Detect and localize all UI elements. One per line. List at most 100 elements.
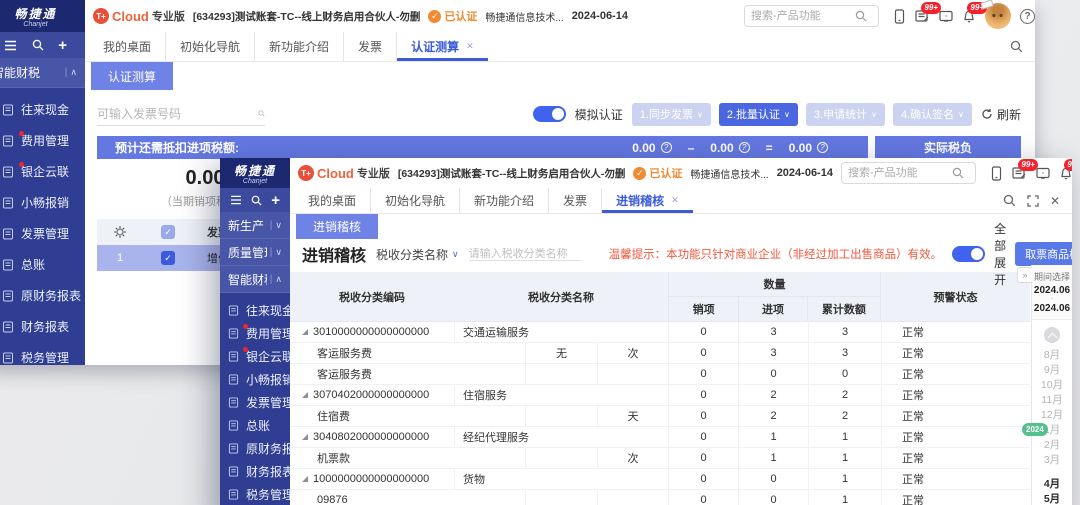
filter-field-select[interactable]: 税收分类名称 ∨ bbox=[376, 246, 459, 263]
sidebar-item[interactable]: 财务报表 bbox=[0, 311, 85, 342]
table-row[interactable]: 3070402000000000000 住宿服务 0 2 2 正常 bbox=[290, 385, 1030, 406]
help-tooltip-icon[interactable]: ? bbox=[738, 142, 750, 153]
search-icon[interactable] bbox=[1010, 40, 1023, 53]
tab[interactable]: 进销稽核 ✕ bbox=[601, 188, 693, 213]
help-icon[interactable]: ? bbox=[1020, 8, 1035, 24]
fullscreen-icon[interactable] bbox=[1027, 194, 1039, 207]
sidebar-item[interactable]: 原财务报表 bbox=[0, 280, 85, 311]
step-button[interactable]: 1.同步发票 ∨ bbox=[631, 102, 711, 126]
month-item[interactable]: 2024 5月 bbox=[1032, 492, 1072, 505]
tab[interactable]: 认证测算 ✕ bbox=[396, 32, 488, 61]
refresh-button[interactable]: 刷新 bbox=[981, 106, 1021, 123]
table-row[interactable]: 3040802000000000000 经纪代理服务 0 1 1 正常 bbox=[290, 427, 1030, 448]
close-tab-icon[interactable]: ✕ bbox=[466, 41, 474, 52]
sidebar-group-smart-finance[interactable]: 智能财税 | ∧ bbox=[0, 58, 85, 88]
step-button[interactable]: 4.确认签名 ∨ bbox=[892, 102, 972, 126]
row-checkbox[interactable]: ✓ bbox=[161, 251, 175, 265]
sidebar-item[interactable]: 总账 bbox=[220, 414, 290, 437]
invoice-number-search[interactable] bbox=[97, 102, 265, 126]
month-item[interactable]: 2024 3月 bbox=[1032, 453, 1072, 467]
close-tab-icon[interactable]: ✕ bbox=[671, 195, 679, 206]
table-row[interactable]: 住宿费 天 0 2 2 正常 bbox=[290, 406, 1030, 427]
fetch-goods-archive-button[interactable]: 取票商品档案 bbox=[1015, 242, 1072, 266]
month-item[interactable]: 2024 11月 bbox=[1032, 393, 1072, 407]
invoice-number-input[interactable] bbox=[97, 106, 252, 121]
search-icon[interactable] bbox=[251, 195, 262, 206]
sidebar-item[interactable]: 税务管理 bbox=[0, 342, 85, 365]
month-item[interactable]: 2024 1月 bbox=[1022, 423, 1072, 437]
search-icon[interactable] bbox=[32, 39, 44, 51]
sidebar-group[interactable]: 智能财税 | ∧ bbox=[220, 266, 290, 293]
filter-input[interactable] bbox=[468, 247, 581, 261]
sidebar-item[interactable]: 小畅报销 bbox=[0, 187, 85, 218]
sidebar-item[interactable]: 往来现金 bbox=[0, 94, 85, 125]
select-all-checkbox[interactable]: ✓ bbox=[161, 225, 175, 239]
collapse-menu-icon[interactable] bbox=[4, 40, 17, 51]
subtab-chip[interactable]: 进销稽核 bbox=[296, 214, 379, 239]
sidebar-item[interactable]: 总账 bbox=[0, 249, 85, 280]
bell-icon[interactable]: 99+ bbox=[1059, 159, 1072, 180]
actual-tax-button[interactable]: 实际税负 bbox=[875, 136, 1021, 159]
collapse-menu-icon[interactable] bbox=[230, 195, 242, 205]
step-button[interactable]: 3.申请统计 ∨ bbox=[805, 102, 885, 126]
table-row[interactable]: 机票款 次 0 1 1 正常 bbox=[290, 448, 1030, 469]
message-icon[interactable] bbox=[1036, 167, 1050, 180]
table-row[interactable]: 客运服务费 无 次 0 3 3 正常 bbox=[290, 343, 1030, 364]
add-icon[interactable]: + bbox=[58, 38, 67, 53]
step-button[interactable]: 2.批量认证 ∨ bbox=[718, 102, 798, 126]
device-icon[interactable] bbox=[893, 8, 906, 24]
tab[interactable]: 我的桌面 ✕ bbox=[294, 188, 370, 213]
sidebar-item[interactable]: 税务管理 bbox=[220, 483, 290, 505]
sidebar-item[interactable]: 往来现金 bbox=[220, 299, 290, 322]
month-item[interactable]: 2024 2月 bbox=[1032, 438, 1072, 452]
add-icon[interactable]: + bbox=[271, 193, 280, 208]
sidebar-item[interactable]: 银企云联 bbox=[0, 156, 85, 187]
sidebar-item[interactable]: 小畅报销 bbox=[220, 368, 290, 391]
period-to[interactable]: 2024.06 bbox=[1032, 303, 1072, 314]
product-search[interactable] bbox=[840, 162, 976, 184]
sidebar-group[interactable]: 质量管理 | ∨ bbox=[220, 239, 290, 266]
simulate-cert-toggle[interactable] bbox=[532, 106, 566, 122]
product-search-input[interactable] bbox=[751, 10, 851, 22]
bell-icon[interactable]: 99+ bbox=[962, 2, 987, 23]
expand-all-toggle[interactable] bbox=[952, 246, 986, 262]
sidebar-group[interactable]: 新生产 | ∨ bbox=[220, 212, 290, 239]
panel-expand-icon[interactable]: » bbox=[1017, 267, 1032, 283]
user-avatar[interactable] bbox=[980, 0, 1011, 29]
tab[interactable]: 初始化导航 ✕ bbox=[165, 32, 254, 61]
month-item[interactable]: 2024 4月 bbox=[1032, 477, 1072, 491]
month-item[interactable]: 2024 12月 bbox=[1032, 408, 1072, 422]
settings-gear-icon[interactable] bbox=[113, 225, 127, 239]
expand-triangle-icon[interactable] bbox=[302, 434, 308, 440]
message-icon[interactable] bbox=[939, 10, 953, 23]
sidebar-item[interactable]: 费用管理 bbox=[0, 125, 85, 156]
table-row[interactable]: 3010000000000000000 交通运输服务 0 3 3 正常 bbox=[290, 322, 1030, 343]
tab[interactable]: 初始化导航 ✕ bbox=[370, 188, 459, 213]
month-item[interactable]: 2024 9月 bbox=[1032, 363, 1072, 377]
tab[interactable]: 我的桌面 ✕ bbox=[89, 32, 165, 61]
report-icon[interactable]: 99+ bbox=[1012, 159, 1038, 180]
sidebar-item[interactable]: 发票管理 bbox=[220, 391, 290, 414]
sidebar-item[interactable]: 原财务报表 bbox=[220, 437, 290, 460]
search-icon[interactable] bbox=[1003, 194, 1016, 207]
help-tooltip-icon[interactable]: ? bbox=[817, 142, 828, 153]
month-item[interactable]: 2024 8月 bbox=[1032, 348, 1072, 362]
tab[interactable]: 新功能介绍 ✕ bbox=[254, 32, 343, 61]
month-item[interactable]: 2024 10月 bbox=[1032, 378, 1072, 392]
tab[interactable]: 发票 ✕ bbox=[548, 188, 601, 213]
scroll-up-icon[interactable] bbox=[1044, 327, 1060, 343]
product-search-input[interactable] bbox=[847, 167, 948, 179]
table-row[interactable]: 09876 0 0 1 正常 bbox=[290, 490, 1030, 505]
help-tooltip-icon[interactable]: ? bbox=[660, 142, 672, 153]
table-row[interactable]: 1000000000000000000 货物 0 0 1 正常 bbox=[290, 469, 1030, 490]
subtab-chip[interactable]: 认证测算 bbox=[91, 62, 174, 90]
sidebar-item[interactable]: 发票管理 bbox=[0, 218, 85, 249]
tab[interactable]: 新功能介绍 ✕ bbox=[459, 188, 548, 213]
close-icon[interactable]: ✕ bbox=[1050, 195, 1060, 207]
report-icon[interactable]: 99+ bbox=[915, 2, 941, 23]
sidebar-item[interactable]: 银企云联 bbox=[220, 345, 290, 368]
expand-triangle-icon[interactable] bbox=[302, 476, 308, 482]
sidebar-item[interactable]: 费用管理 bbox=[220, 322, 290, 345]
product-search[interactable] bbox=[744, 5, 879, 27]
sidebar-item[interactable]: 财务报表 bbox=[220, 460, 290, 483]
